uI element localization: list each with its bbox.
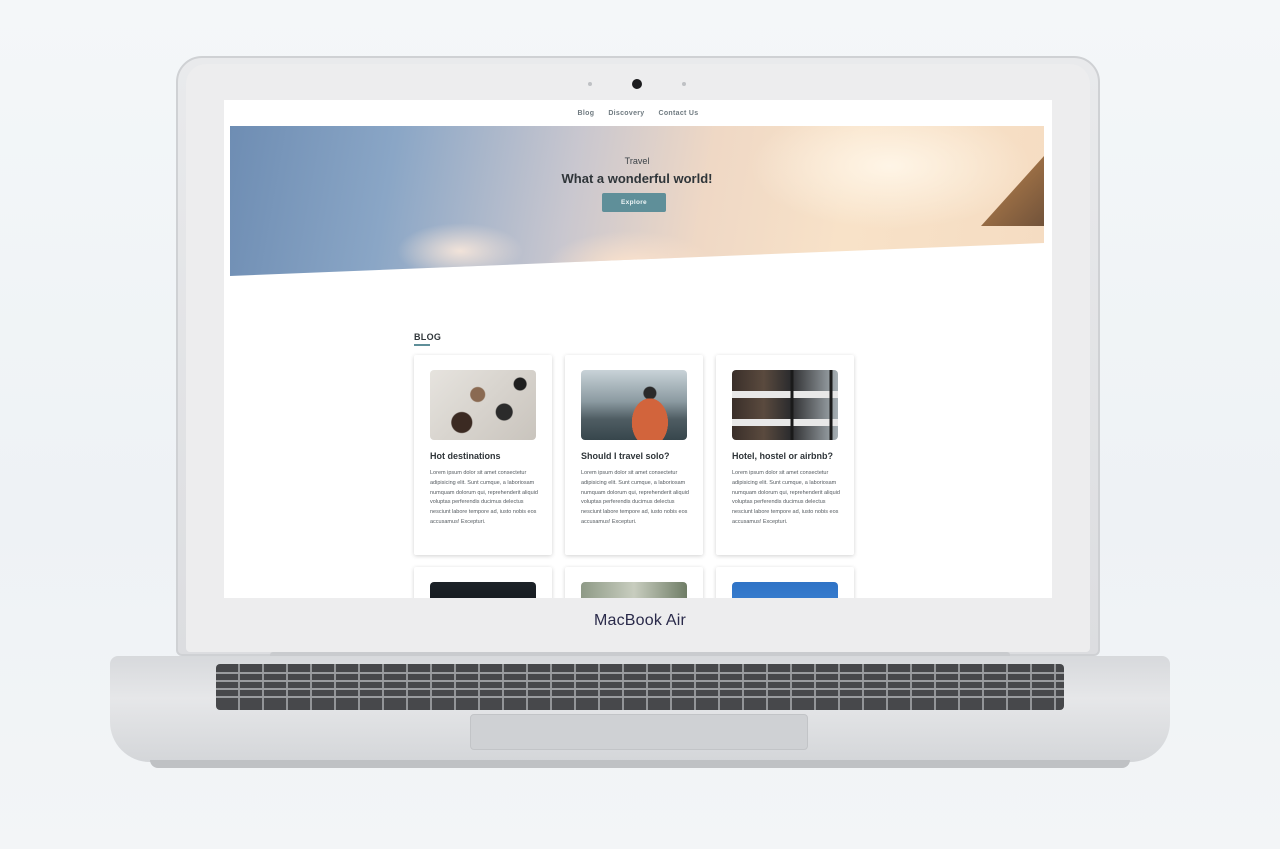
blog-card-image (430, 370, 536, 440)
nav-link-contact-us[interactable]: Contact Us (658, 110, 698, 117)
keyboard (216, 664, 1064, 710)
keyboard-row-gap (216, 696, 1064, 698)
blog-card[interactable]: Should I travel solo? Lorem ipsum dolor … (565, 355, 703, 555)
hero-banner: Travel What a wonderful world! Explore (230, 126, 1044, 276)
blog-card-image (581, 370, 687, 440)
blog-card-text: Lorem ipsum dolor sit amet consectetur a… (430, 470, 538, 525)
blog-card-text: Lorem ipsum dolor sit amet consectetur a… (581, 470, 689, 525)
blog-card-text: Lorem ipsum dolor sit amet consectetur a… (732, 470, 840, 525)
blog-card[interactable]: Hot destinations Lorem ipsum dolor sit a… (414, 355, 552, 555)
nav-link-discovery[interactable]: Discovery (608, 110, 644, 117)
blog-card[interactable]: Hotel, hostel or airbnb? Lorem ipsum dol… (716, 355, 854, 555)
blog-card-image (430, 582, 536, 598)
blog-card[interactable] (414, 567, 552, 598)
blog-card-title: Should I travel solo? (581, 451, 670, 461)
trackpad (470, 714, 808, 750)
section-title-underline (414, 344, 430, 346)
blog-card-image (732, 582, 838, 598)
keyboard-row-gap (216, 688, 1064, 690)
explore-button[interactable]: Explore (602, 193, 666, 212)
sensor-dot (588, 82, 592, 86)
airplane-wing-image (981, 156, 1044, 226)
top-nav: Blog Discovery Contact Us (224, 100, 1052, 126)
hero-title: What a wonderful world! (561, 171, 713, 186)
blog-card-image (732, 370, 838, 440)
blog-card-title: Hotel, hostel or airbnb? (732, 451, 834, 461)
blog-card-image (581, 582, 687, 598)
keyboard-row-gap (216, 672, 1064, 674)
blog-card[interactable] (565, 567, 703, 598)
blog-card-title: Hot destinations (430, 451, 501, 461)
laptop-base-front (150, 760, 1130, 768)
nav-link-blog[interactable]: Blog (578, 110, 595, 117)
hero-subtitle: Travel (624, 156, 650, 166)
blog-card[interactable] (716, 567, 854, 598)
browser-viewport: Blog Discovery Contact Us Travel What a … (224, 100, 1052, 598)
blog-section-title: BLOG (414, 332, 442, 342)
keyboard-row-gap (216, 680, 1064, 682)
sensor-dot (682, 82, 686, 86)
device-brand-label: MacBook Air (593, 612, 686, 629)
camera-icon (632, 79, 642, 89)
